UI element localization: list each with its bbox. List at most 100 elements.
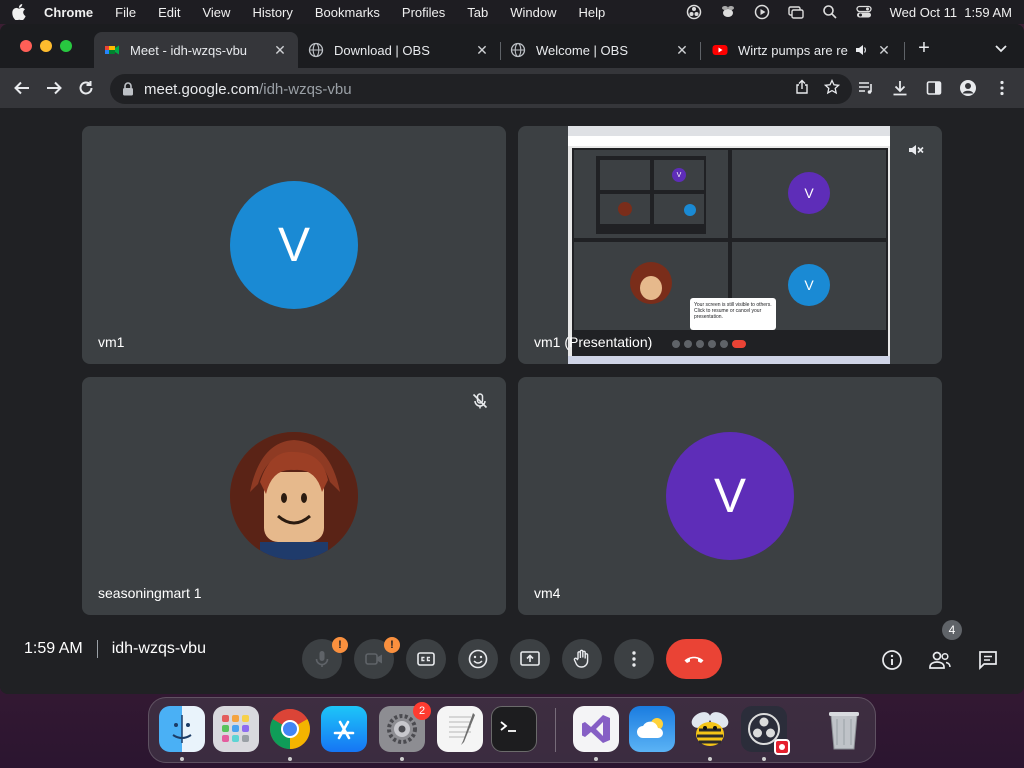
participant-tile-seasoningmart[interactable]: seasoningmart 1 <box>82 377 506 615</box>
address-bar[interactable]: meet.google.com/idh-wzqs-vbu <box>110 74 852 104</box>
tab-search-chevron-icon[interactable] <box>992 39 1010 57</box>
control-center-icon[interactable] <box>855 4 872 20</box>
info-icon <box>882 650 902 670</box>
participant-count-badge: 4 <box>942 620 962 640</box>
emoji-icon <box>468 649 488 669</box>
back-button[interactable] <box>8 74 36 102</box>
reactions-button[interactable] <box>458 639 498 679</box>
close-window-button[interactable] <box>20 40 32 52</box>
chrome-icon[interactable] <box>267 706 313 752</box>
more-options-button[interactable] <box>614 639 654 679</box>
tab-meet[interactable]: Meet - idh-wzqs-vbu ✕ <box>94 32 298 68</box>
tab-label: Wirtz pumps are rea <box>738 42 848 58</box>
present-screen-icon <box>520 651 540 666</box>
screen-mirror-icon[interactable] <box>787 4 804 20</box>
menu-app-name[interactable]: Chrome <box>44 5 93 20</box>
shared-controls <box>672 340 802 352</box>
menu-profiles[interactable]: Profiles <box>402 5 445 20</box>
microphone-button[interactable]: ! <box>302 637 348 679</box>
obs-icon[interactable] <box>741 706 790 755</box>
participant-tile-presentation[interactable]: V V V Your screen is still visible to ot… <box>518 126 942 364</box>
participant-name: vm1 <box>98 334 125 350</box>
menu-window[interactable]: Window <box>510 5 556 20</box>
running-indicator <box>594 757 598 761</box>
tab-welcome-obs[interactable]: Welcome | OBS ✕ <box>500 32 700 68</box>
close-tab-icon[interactable]: ✕ <box>674 42 690 58</box>
raise-hand-button[interactable] <box>562 639 602 679</box>
tab-strip: Meet - idh-wzqs-vbu ✕ Download | OBS ✕ W… <box>0 24 1024 68</box>
captions-button[interactable] <box>406 639 446 679</box>
profile-icon[interactable] <box>954 74 982 102</box>
participant-tile-vm1[interactable]: V vm1 <box>82 126 506 364</box>
menubar-datetime[interactable]: Wed Oct 11 1:59 AM <box>890 5 1012 20</box>
terminal-icon[interactable] <box>491 706 537 752</box>
lock-icon[interactable] <box>122 82 134 96</box>
meet-content: V vm1 V V V Your screen is still visible… <box>0 108 1024 694</box>
close-tab-icon[interactable]: ✕ <box>474 42 490 58</box>
chat-button[interactable] <box>974 646 1002 674</box>
launchpad-icon[interactable] <box>213 706 259 752</box>
warning-badge: ! <box>332 637 348 653</box>
presentation-toast: Your screen is still visible to others. … <box>690 298 776 330</box>
minimize-window-button[interactable] <box>40 40 52 52</box>
side-panel-icon[interactable] <box>920 74 948 102</box>
tab-label: Download | OBS <box>334 42 430 58</box>
share-icon[interactable] <box>794 79 810 99</box>
visual-studio-icon[interactable] <box>573 706 619 752</box>
leave-call-button[interactable] <box>666 639 722 679</box>
spotlight-search-icon[interactable] <box>822 4 838 20</box>
closed-captions-icon <box>417 652 435 666</box>
divider <box>96 640 98 658</box>
close-tab-icon[interactable]: ✕ <box>272 42 288 58</box>
running-indicator <box>708 757 712 761</box>
chrome-window: Meet - idh-wzqs-vbu ✕ Download | OBS ✕ W… <box>0 24 1024 694</box>
tab-label: Meet - idh-wzqs-vbu <box>130 42 248 58</box>
play-status-icon[interactable] <box>754 4 770 20</box>
running-indicator <box>762 757 766 761</box>
google-meet-icon <box>105 45 119 55</box>
trash-icon[interactable] <box>821 706 867 752</box>
avatar-letter: V <box>277 218 310 272</box>
zoom-window-button[interactable] <box>60 40 72 52</box>
hand-icon <box>573 649 589 668</box>
media-control-icon[interactable] <box>852 74 880 102</box>
bee-app-icon[interactable] <box>687 706 733 752</box>
system-settings-icon[interactable]: 2 <box>379 702 431 752</box>
bookmark-star-icon[interactable] <box>823 78 841 99</box>
people-button[interactable] <box>926 646 954 674</box>
tab-download-obs[interactable]: Download | OBS ✕ <box>298 32 500 68</box>
macos-menu-bar: Chrome File Edit View History Bookmarks … <box>0 0 1024 24</box>
menu-view[interactable]: View <box>202 5 230 20</box>
download-icon[interactable] <box>886 74 914 102</box>
meeting-details-button[interactable] <box>878 646 906 674</box>
tab-youtube[interactable]: Wirtz pumps are rea ✕ <box>702 32 902 68</box>
bee-status-icon[interactable] <box>720 4 736 20</box>
nested-avatar: V <box>672 168 686 182</box>
menu-history[interactable]: History <box>252 5 292 20</box>
forward-button[interactable] <box>40 74 68 102</box>
menu-tab[interactable]: Tab <box>467 5 488 20</box>
apple-icon[interactable] <box>12 4 26 20</box>
more-vert-icon <box>632 651 636 667</box>
more-menu-icon[interactable] <box>988 74 1016 102</box>
audio-playing-icon[interactable] <box>854 43 868 57</box>
textedit-icon[interactable] <box>437 706 483 752</box>
menu-edit[interactable]: Edit <box>158 5 180 20</box>
menu-file[interactable]: File <box>115 5 136 20</box>
close-tab-icon[interactable]: ✕ <box>876 42 892 58</box>
new-tab-button[interactable]: + <box>914 37 934 59</box>
weather-icon[interactable] <box>629 706 675 752</box>
present-screen-button[interactable] <box>510 639 550 679</box>
globe-icon <box>308 42 324 58</box>
finder-icon[interactable] <box>159 706 205 752</box>
obs-status-icon[interactable] <box>686 4 702 20</box>
app-store-icon[interactable] <box>321 706 367 752</box>
meeting-info: 1:59 AM idh-wzqs-vbu <box>24 640 206 658</box>
reload-button[interactable] <box>72 74 100 102</box>
menu-bookmarks[interactable]: Bookmarks <box>315 5 380 20</box>
nested-share: V <box>596 156 706 234</box>
participant-tile-vm4[interactable]: V vm4 <box>518 377 942 615</box>
menu-help[interactable]: Help <box>579 5 606 20</box>
camera-button[interactable]: ! <box>354 637 400 679</box>
avatar: V <box>230 181 358 309</box>
